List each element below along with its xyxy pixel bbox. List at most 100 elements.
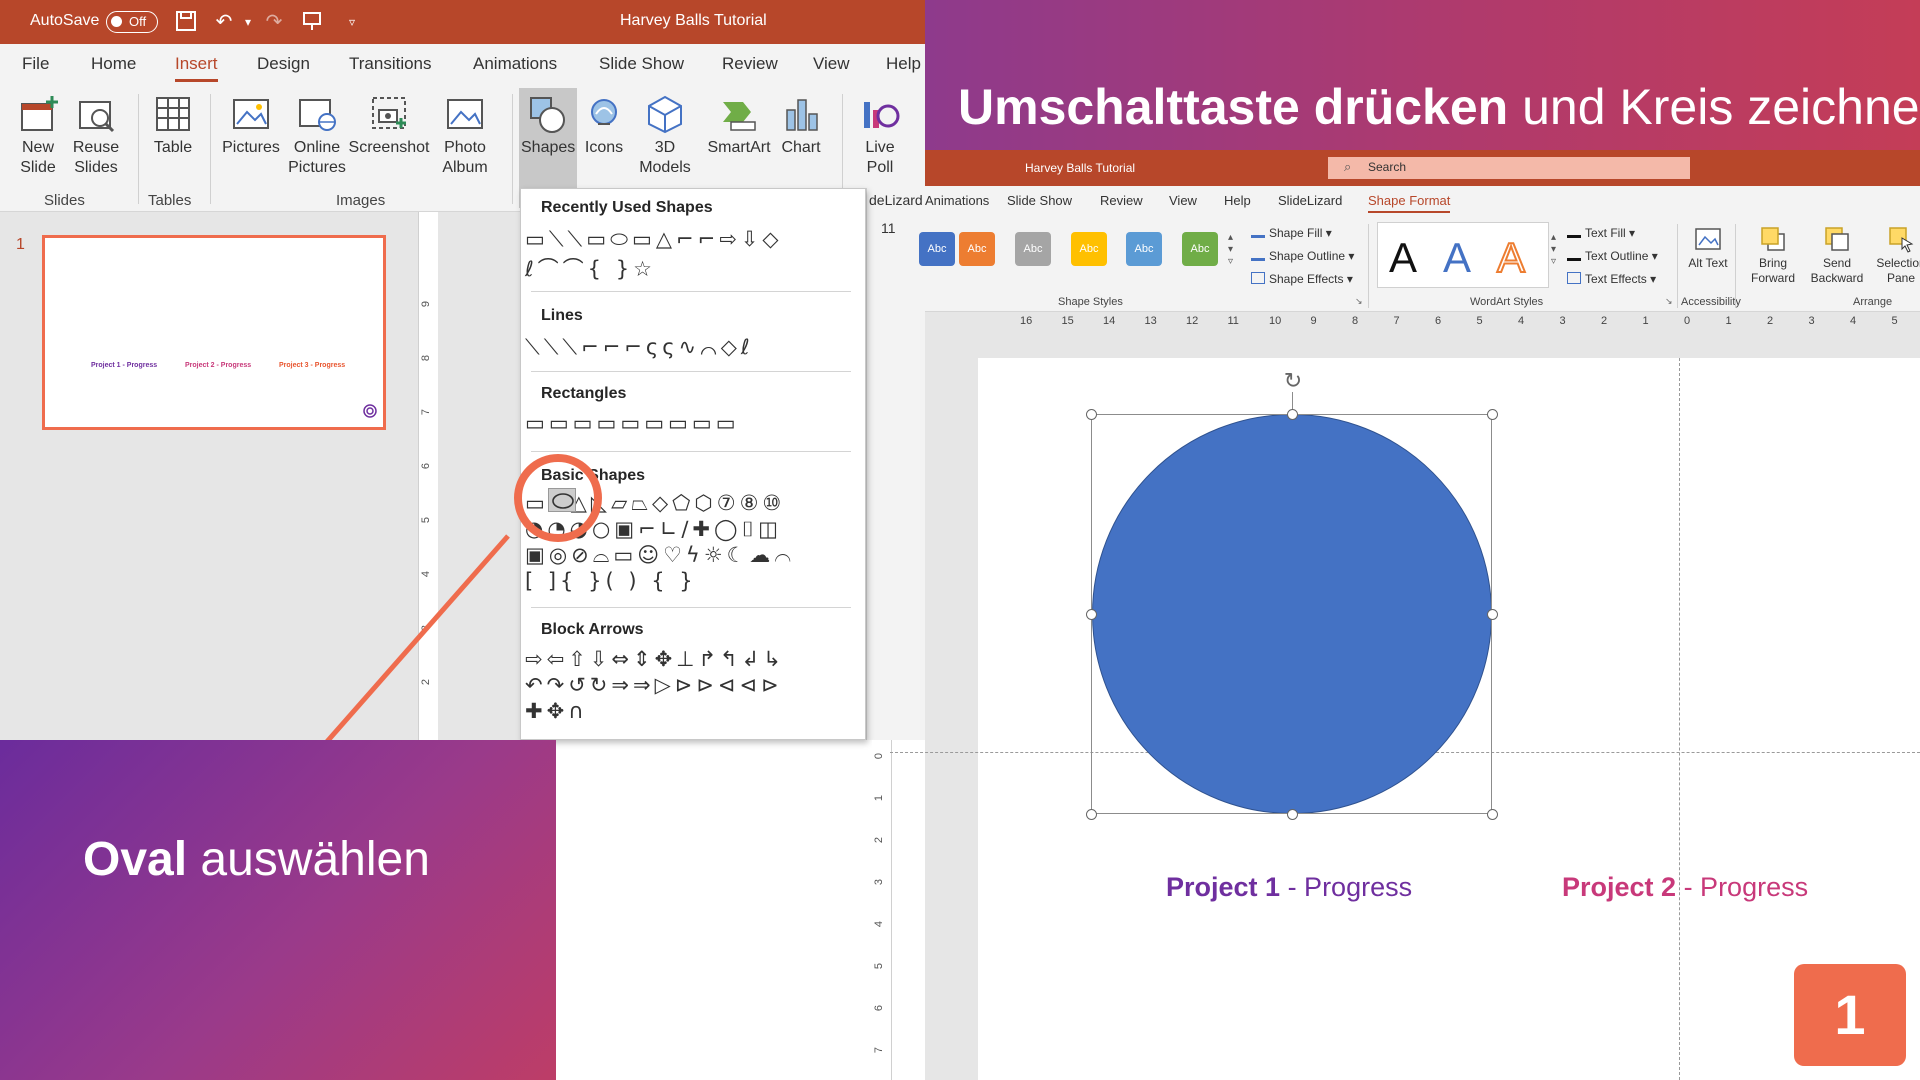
alt-text-button[interactable]: Alt Text bbox=[1685, 224, 1731, 271]
resize-handle-right[interactable] bbox=[1487, 609, 1498, 620]
alt-text-icon bbox=[1695, 228, 1721, 250]
ruler-tick: 1 bbox=[1642, 315, 1649, 327]
tab-shape-format[interactable]: Shape Format bbox=[1368, 193, 1451, 213]
selection-pane-button[interactable]: Selection Pane bbox=[1871, 224, 1920, 286]
tab-slidelizard[interactable]: SlideLizard bbox=[1278, 193, 1342, 208]
rotate-handle-icon[interactable]: ↻ bbox=[1281, 370, 1305, 394]
wordart-scroll-icon[interactable]: ▴ ▾ ▿ bbox=[1551, 232, 1556, 268]
search-placeholder: Search bbox=[1368, 160, 1407, 174]
bottom-caption: Oval auswählen bbox=[83, 832, 430, 887]
shape-style-light-blue[interactable]: Abc bbox=[1126, 232, 1162, 266]
wordart-style-black[interactable]: A bbox=[1389, 234, 1417, 282]
ruler-tick: 8 bbox=[1352, 315, 1359, 327]
shape-style-blue[interactable]: Abc bbox=[919, 232, 955, 266]
ruler-tick: 4 bbox=[1850, 315, 1857, 327]
shape-outline-label: Shape Outline bbox=[1269, 249, 1346, 263]
tab-review[interactable]: Review bbox=[1100, 193, 1143, 208]
resize-handle-top-right[interactable] bbox=[1487, 409, 1498, 420]
dialog-launcher-icon[interactable]: ↘ bbox=[1355, 296, 1363, 307]
ruler-tick: 11 bbox=[1227, 315, 1239, 327]
text-fill-label: Text Fill bbox=[1585, 226, 1626, 240]
tab-help[interactable]: Help bbox=[1224, 193, 1251, 208]
divider bbox=[1677, 224, 1678, 308]
alt-text-label: Alt Text bbox=[1688, 256, 1728, 270]
shape-style-orange[interactable]: Abc bbox=[959, 232, 995, 266]
group-arrange-label: Arrange bbox=[1853, 296, 1893, 308]
ruler-tick: 1 bbox=[1725, 315, 1732, 327]
ruler-tick: 3 bbox=[1808, 315, 1815, 327]
tab-view[interactable]: View bbox=[1169, 193, 1197, 208]
text-fill-button[interactable]: Text Fill ▾ bbox=[1567, 226, 1635, 240]
text-outline-button[interactable]: Text Outline ▾ bbox=[1567, 249, 1658, 263]
step-number-badge: 1 bbox=[1794, 964, 1906, 1066]
project-2-label[interactable]: Project 2 - Progress bbox=[1562, 872, 1808, 903]
wordart-style-blue[interactable]: A bbox=[1443, 234, 1471, 282]
bottom-caption-banner bbox=[0, 740, 556, 1080]
shape-format-ribbon: Abc Abc Abc Abc Abc Abc ▴ ▾ ▿ Shape Fill ▾… bbox=[919, 218, 1920, 312]
ruler-tick: 0 bbox=[1684, 315, 1691, 327]
ruler-tick: 13 bbox=[1144, 315, 1157, 327]
ruler-tick: 2 bbox=[873, 836, 886, 844]
effects-icon bbox=[1251, 272, 1265, 284]
group-shape-styles-label: Shape Styles bbox=[1058, 296, 1123, 308]
resize-handle-bottom-left[interactable] bbox=[1086, 809, 1097, 820]
shape-style-gold[interactable]: Abc bbox=[1071, 232, 1107, 266]
ruler-tick: 0 bbox=[873, 752, 886, 760]
resize-handle-left[interactable] bbox=[1086, 609, 1097, 620]
dialog-launcher-icon[interactable]: ↘ bbox=[1665, 296, 1673, 307]
selection-pane-icon bbox=[1889, 227, 1914, 253]
group-accessibility-label: Accessibility bbox=[1681, 296, 1741, 308]
send-backward-button[interactable]: Send Backward bbox=[1805, 224, 1869, 286]
shape-effects-button[interactable]: Shape Effects ▾ bbox=[1251, 272, 1353, 286]
shape-style-gray[interactable]: Abc bbox=[1015, 232, 1051, 266]
project-2-name: Project 2 bbox=[1562, 872, 1677, 902]
ruler-tick: 12 bbox=[1186, 315, 1199, 327]
text-fill-icon bbox=[1567, 226, 1581, 238]
shape-fill-label: Shape Fill bbox=[1269, 226, 1323, 240]
text-effects-icon bbox=[1567, 272, 1581, 284]
vertical-guide[interactable] bbox=[1679, 358, 1680, 1080]
send-backward-icon bbox=[1825, 227, 1849, 251]
resize-handle-top[interactable] bbox=[1287, 409, 1298, 420]
project-1-label[interactable]: Project 1 - Progress bbox=[1166, 872, 1412, 903]
shape-outline-button[interactable]: Shape Outline ▾ bbox=[1251, 249, 1354, 263]
divider bbox=[1368, 224, 1369, 308]
bring-forward-icon bbox=[1761, 227, 1785, 251]
style-gallery-scroll-icon[interactable]: ▴ ▾ ▿ bbox=[1228, 232, 1233, 268]
selection-bounding-box bbox=[1091, 414, 1492, 814]
ruler-tick: 10 bbox=[1269, 315, 1282, 327]
send-backward-label: Send Backward bbox=[1810, 256, 1864, 285]
group-wordart-styles-label: WordArt Styles bbox=[1470, 296, 1544, 308]
paint-bucket-icon bbox=[1251, 226, 1265, 238]
right-vertical-ruler: 0 1 2 3 4 5 6 7 bbox=[872, 740, 892, 1080]
right-document-title: Harvey Balls Tutorial bbox=[1025, 161, 1136, 175]
resize-handle-bottom[interactable] bbox=[1287, 809, 1298, 820]
pen-icon bbox=[1251, 249, 1265, 261]
divider bbox=[1735, 224, 1736, 308]
tab-animations[interactable]: Animations bbox=[925, 193, 989, 208]
ruler-tick: 6 bbox=[873, 1004, 886, 1012]
text-effects-label: Text Effects bbox=[1585, 272, 1647, 286]
resize-handle-top-left[interactable] bbox=[1086, 409, 1097, 420]
bring-forward-button[interactable]: Bring Forward bbox=[1743, 224, 1803, 286]
text-outline-icon bbox=[1567, 249, 1581, 261]
ruler-tick: 16 bbox=[1020, 315, 1033, 327]
ruler-tick: 5 bbox=[873, 962, 886, 970]
shape-fill-button[interactable]: Shape Fill ▾ bbox=[1251, 226, 1332, 240]
project-1-suffix: - Progress bbox=[1280, 872, 1413, 902]
text-effects-button[interactable]: Text Effects ▾ bbox=[1567, 272, 1656, 286]
ruler-tick: 15 bbox=[1061, 315, 1074, 327]
ruler-tick: 7 bbox=[1393, 315, 1400, 327]
shape-style-green[interactable]: Abc bbox=[1182, 232, 1218, 266]
ruler-tick: 9 bbox=[1310, 315, 1317, 327]
ruler-tick: 2 bbox=[1601, 315, 1608, 327]
search-box[interactable]: ⌕ Search bbox=[1328, 157, 1690, 179]
ruler-tick: 2 bbox=[1767, 315, 1774, 327]
wordart-style-orange-outline[interactable]: A bbox=[1496, 233, 1526, 282]
project-2-suffix: - Progress bbox=[1676, 872, 1809, 902]
resize-handle-bottom-right[interactable] bbox=[1487, 809, 1498, 820]
top-caption-bold: Umschalttaste drücken bbox=[958, 79, 1509, 135]
tab-slide-show[interactable]: Slide Show bbox=[1007, 193, 1072, 208]
text-outline-label: Text Outline bbox=[1585, 249, 1649, 263]
shape-effects-label: Shape Effects bbox=[1269, 272, 1344, 286]
